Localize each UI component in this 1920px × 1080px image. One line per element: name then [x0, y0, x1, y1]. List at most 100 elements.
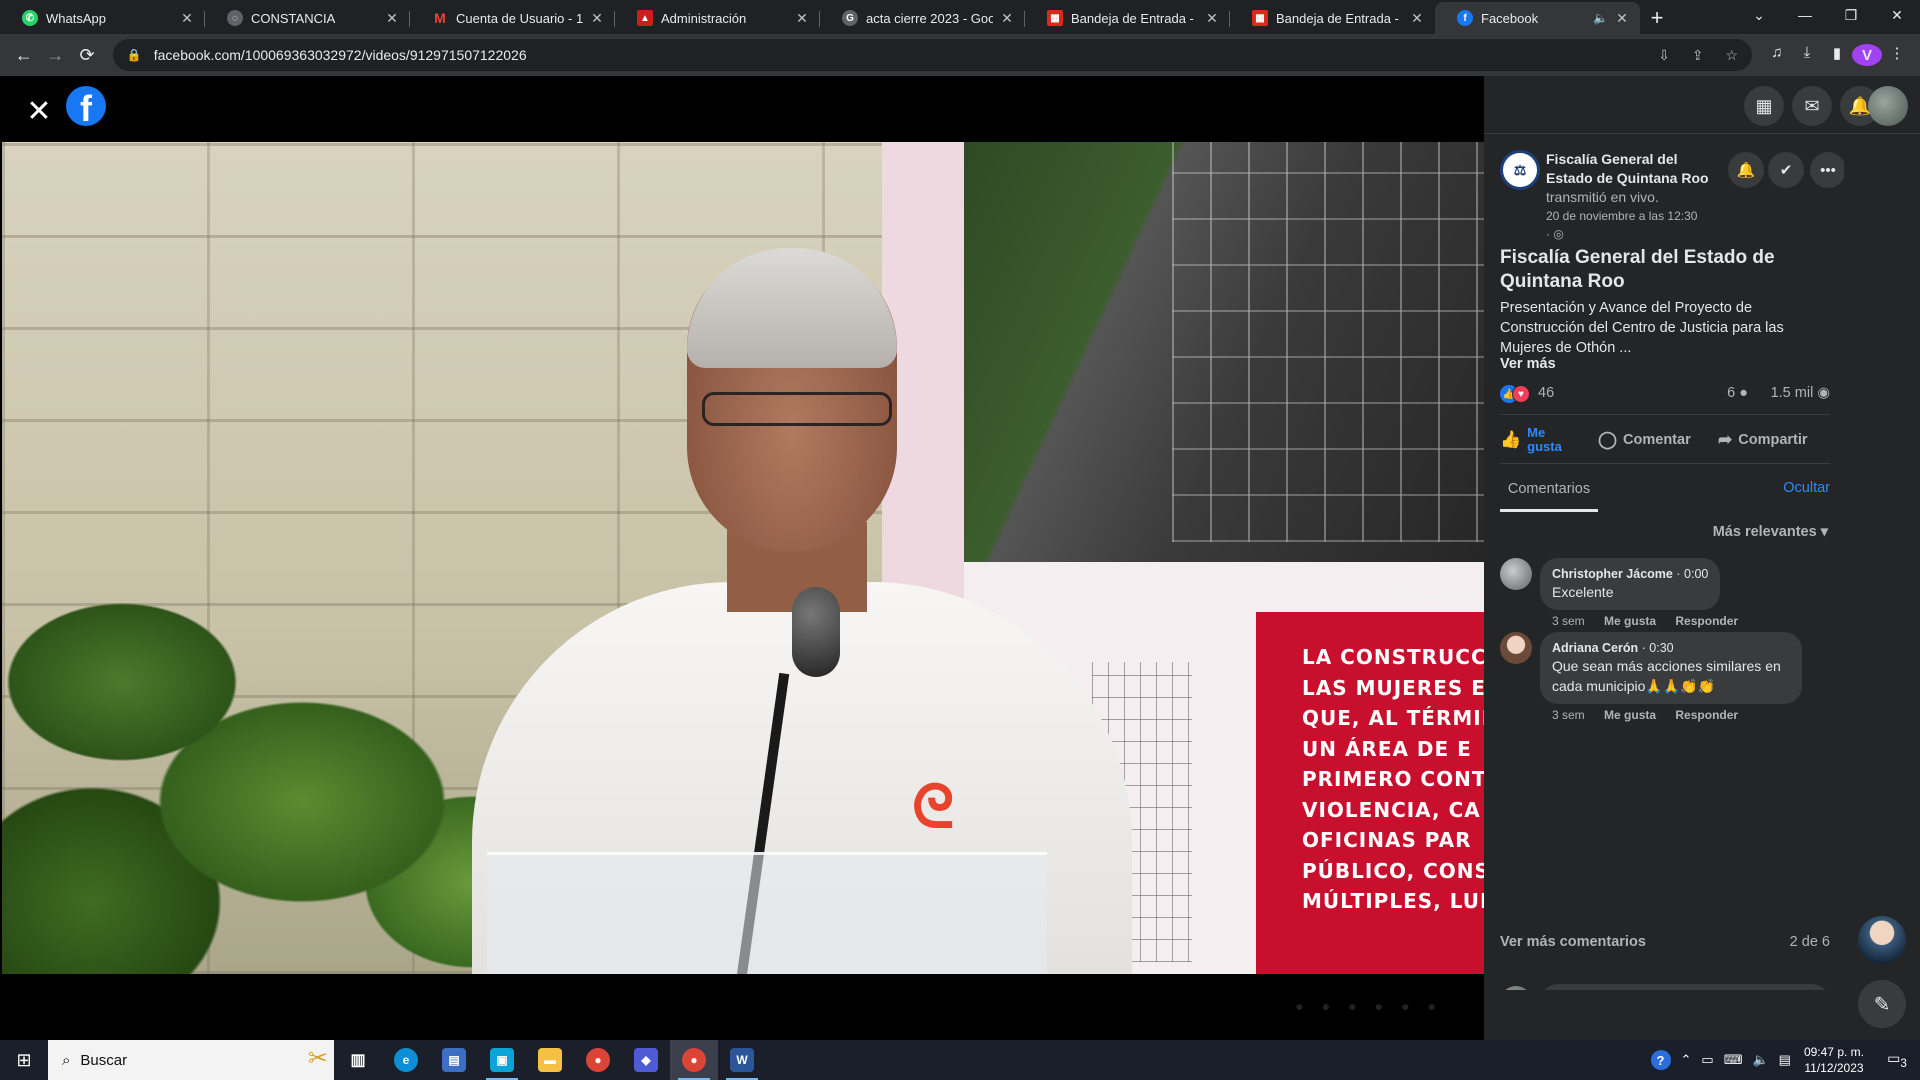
help-icon[interactable]: ?	[1650, 1050, 1671, 1070]
downloads-icon[interactable]: ⤓	[1792, 44, 1822, 66]
tab-facebook[interactable]: f Facebook 🔈 ✕	[1435, 2, 1640, 34]
back-button[interactable]: ←	[8, 39, 40, 71]
video-controls-bar[interactable]: ●●●●●●	[0, 974, 1484, 1040]
close-tab-icon[interactable]: ✕	[589, 10, 605, 27]
close-tab-icon[interactable]: ✕	[794, 10, 810, 27]
account-avatar[interactable]	[1868, 86, 1908, 126]
share-button[interactable]: ➦ Compartir	[1718, 423, 1808, 457]
app-store-icon[interactable]: ▣	[478, 1040, 526, 1080]
profile-avatar[interactable]: V	[1852, 44, 1882, 66]
apps-grid-icon[interactable]: ▦	[1744, 86, 1784, 126]
tab-search-icon[interactable]: ⌄	[1736, 0, 1782, 30]
tab-administracion[interactable]: ▲ Administración ✕	[615, 2, 820, 34]
close-tab-icon[interactable]: ✕	[384, 10, 400, 27]
comment-author-line: Christopher Jácome · 0:00	[1552, 566, 1708, 582]
commenter-avatar[interactable]	[1500, 558, 1532, 590]
tab-bandeja-1[interactable]: ▦ Bandeja de Entrada - Fort ✕	[1025, 2, 1230, 34]
chat-contact-avatar[interactable]	[1858, 916, 1906, 964]
tab-whatsapp[interactable]: ✆ WhatsApp ✕	[0, 2, 205, 34]
tab-gmail[interactable]: M Cuenta de Usuario - 16 D ✕	[410, 2, 615, 34]
comment-age[interactable]: 3 sem	[1552, 708, 1585, 722]
keyboard-icon[interactable]: ▤	[1779, 1052, 1791, 1068]
comment-like-link[interactable]: Me gusta	[1604, 708, 1656, 722]
volume-icon[interactable]: 🔈	[1752, 1052, 1768, 1068]
comment-separator: ·	[1676, 567, 1681, 581]
comment-like-link[interactable]: Me gusta	[1604, 614, 1656, 628]
hide-comments-link[interactable]: Ocultar	[1783, 480, 1830, 496]
word-icon[interactable]: W	[718, 1040, 766, 1080]
comment-button[interactable]: ◯ Comentar	[1598, 423, 1691, 457]
tray-display-icon[interactable]: ▭	[1701, 1052, 1713, 1068]
video-player[interactable]: CALLE GUADALU LA CONSTRUCCIÓ LAS MUJERES…	[2, 142, 1484, 974]
comment-age[interactable]: 3 sem	[1552, 614, 1585, 628]
comment-timestamp[interactable]: 0:30	[1649, 641, 1673, 655]
close-tab-icon[interactable]: ✕	[1614, 10, 1630, 27]
omnibox[interactable]: 🔒 facebook.com/100069363032972/videos/91…	[112, 39, 1752, 71]
reload-button[interactable]: ⟳	[71, 39, 103, 71]
facebook-logo[interactable]: f	[66, 86, 106, 126]
forward-button[interactable]: →	[40, 39, 72, 71]
bookmark-star-icon[interactable]: ☆	[1725, 47, 1738, 63]
view-more-comments-link[interactable]: Ver más comentarios	[1500, 934, 1646, 950]
bell-subscribe-icon[interactable]: 🔔	[1728, 152, 1764, 188]
minimize-button[interactable]: —	[1782, 0, 1828, 30]
comment-label: Comentar	[1623, 432, 1691, 448]
chrome-active-icon[interactable]: ●	[670, 1040, 718, 1080]
windows-start-icon[interactable]: ⊞	[0, 1040, 48, 1080]
reactions-summary[interactable]: 👍 ♥ 46 6 ● 1.5 mil ◉	[1500, 384, 1830, 404]
messenger-icon[interactable]: ✉	[1792, 86, 1832, 126]
edge-browser-icon[interactable]: e	[382, 1040, 430, 1080]
page-avatar[interactable]: ⚖	[1500, 150, 1540, 190]
close-window-button[interactable]: ✕	[1874, 0, 1920, 30]
tab-acta-cierre[interactable]: G acta cierre 2023 - Google ✕	[820, 2, 1025, 34]
copilot-icon[interactable]: ◆	[622, 1040, 670, 1080]
see-more-link[interactable]: Ver más	[1500, 356, 1556, 372]
more-comments-row: Ver más comentarios 2 de 6	[1500, 934, 1830, 950]
comment-author[interactable]: Adriana Cerón	[1552, 641, 1638, 655]
comment-author[interactable]: Christopher Jácome	[1552, 567, 1673, 581]
media-controls-icon[interactable]: ♫	[1762, 44, 1792, 66]
lock-icon[interactable]: 🔒	[127, 48, 142, 62]
close-tab-icon[interactable]: ✕	[1204, 10, 1220, 27]
more-options-icon[interactable]: •••	[1810, 152, 1844, 188]
sort-comments-dropdown[interactable]: Más relevantes ▾	[1713, 524, 1828, 540]
close-tab-icon[interactable]: ✕	[1409, 10, 1425, 27]
comment-timestamp[interactable]: 0:00	[1684, 567, 1708, 581]
task-view-icon[interactable]: ▥	[334, 1040, 382, 1080]
clock[interactable]: 09:47 p. m. 11/12/2023	[1804, 1044, 1864, 1076]
calculator-icon[interactable]: ▤	[430, 1040, 478, 1080]
reaction-count[interactable]: 46	[1538, 385, 1554, 401]
network-icon[interactable]: ⌨	[1724, 1052, 1743, 1068]
save-post-icon[interactable]: ✔	[1768, 152, 1804, 188]
tray-chevron-icon[interactable]: ⌃	[1681, 1052, 1692, 1068]
comment-count[interactable]: 6 ●	[1727, 385, 1748, 401]
side-panel-icon[interactable]: ▮	[1822, 44, 1852, 66]
tab-bandeja-2[interactable]: ▦ Bandeja de Entrada - Fort ✕	[1230, 2, 1435, 34]
omnibox-actions: ⇩ ⇪ ☆	[1640, 47, 1738, 64]
url-text[interactable]: facebook.com/100069363032972/videos/9129…	[154, 47, 1640, 63]
share-icon[interactable]: ⇪	[1692, 47, 1704, 63]
close-tab-icon[interactable]: ✕	[999, 10, 1015, 27]
file-explorer-icon[interactable]: ▬	[526, 1040, 574, 1080]
new-tab-button[interactable]: +	[1640, 2, 1674, 34]
composer-box: ☺ ☻ ◘ ▣ ➤	[1540, 984, 1830, 990]
close-tab-icon[interactable]: ✕	[179, 10, 195, 27]
menu-kebab-icon[interactable]: ⋮	[1882, 44, 1912, 66]
chrome-icon[interactable]: ●	[574, 1040, 622, 1080]
comment-reply-link[interactable]: Responder	[1675, 708, 1738, 722]
comment-reply-link[interactable]: Responder	[1675, 614, 1738, 628]
new-message-icon[interactable]: ✎	[1858, 980, 1906, 1028]
install-app-icon[interactable]: ⇩	[1658, 47, 1670, 63]
post-date[interactable]: 20 de noviembre a las 12:30	[1546, 207, 1716, 225]
page-name-link[interactable]: Fiscalía General del Estado de Quintana …	[1546, 151, 1709, 186]
notification-center-icon[interactable]: ▭3	[1879, 1050, 1915, 1070]
close-viewer-icon[interactable]: ✕	[22, 94, 56, 128]
taskbar-search[interactable]: ⌕ Buscar ✂	[48, 1040, 334, 1080]
commenter-avatar[interactable]	[1500, 632, 1532, 664]
tab-constancia[interactable]: ◌ CONSTANCIA ✕	[205, 2, 410, 34]
tab-comments[interactable]: Comentarios	[1500, 468, 1598, 512]
speaker-icon[interactable]: 🔈	[1593, 11, 1608, 25]
like-button[interactable]: 👍 Me gusta	[1500, 423, 1567, 457]
address-bar: ← → ⟳ 🔒 facebook.com/100069363032972/vid…	[0, 34, 1920, 76]
restore-button[interactable]: ❐	[1828, 0, 1874, 30]
